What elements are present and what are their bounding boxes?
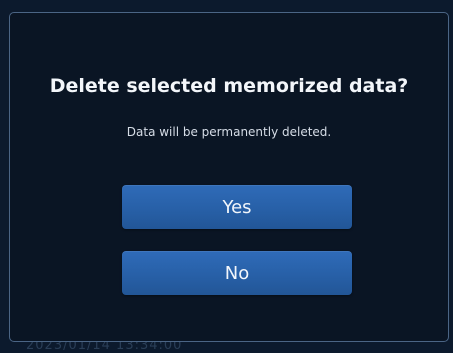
dialog-title: Delete selected memorized data? <box>49 75 409 97</box>
yes-button[interactable]: Yes <box>122 185 352 229</box>
dialog-message: Data will be permanently deleted. <box>126 125 332 139</box>
no-button-label: No <box>224 262 250 284</box>
yes-button-label: Yes <box>222 196 252 218</box>
confirm-delete-dialog: Delete selected memorized data? Data wil… <box>9 12 449 342</box>
no-button[interactable]: No <box>122 251 352 295</box>
screen: 2023/01/14 13:34:00 Delete selected memo… <box>0 0 453 353</box>
